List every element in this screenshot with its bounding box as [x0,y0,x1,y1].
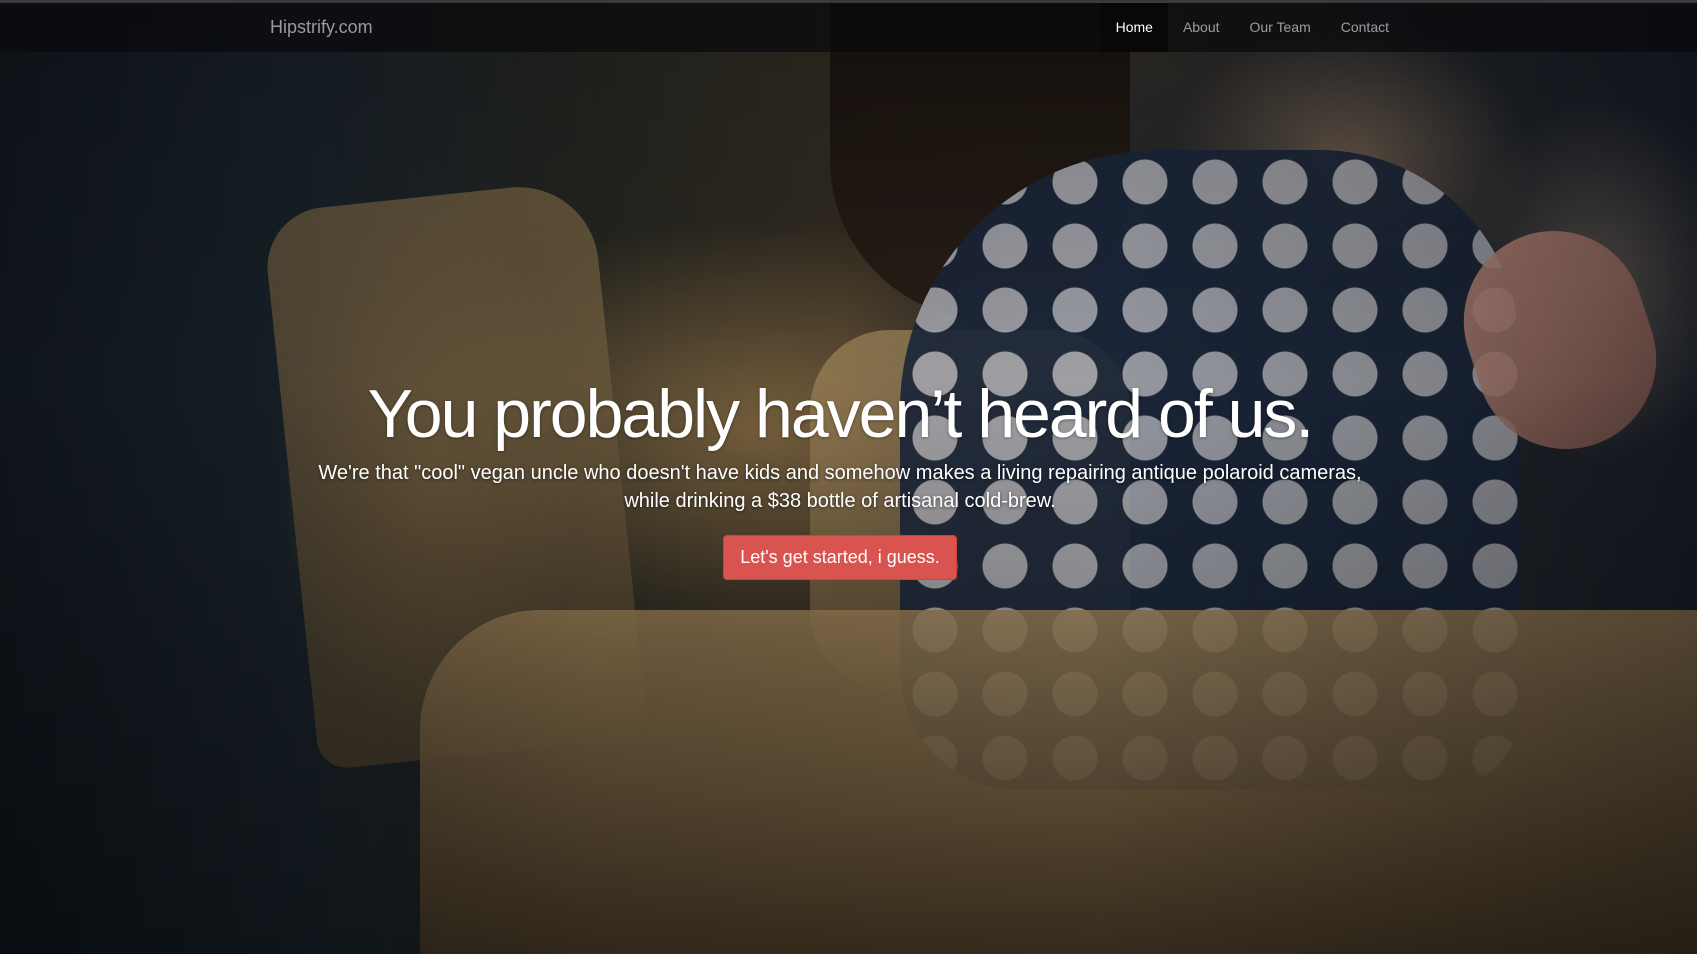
hero-section: You probably haven’t heard of us. We're … [0,375,1697,580]
brand-link[interactable]: Hipstrify.com [270,17,373,38]
hero-subtitle-line-2: while drinking a $38 bottle of artisanal… [624,490,1056,512]
hero-subtitle: We're that "cool" vegan uncle who doesn'… [280,459,1400,515]
nav-item-contact[interactable]: Contact [1326,3,1404,52]
nav-item-our-team[interactable]: Our Team [1235,3,1326,52]
nav-menu: Home About Our Team Contact [1100,3,1404,52]
hero-title: You probably haven’t heard of us. [367,376,1315,452]
nav-item-about[interactable]: About [1168,3,1235,52]
hero-subtitle-line-1: We're that "cool" vegan uncle who doesn'… [318,462,1362,484]
hero-content: You probably haven’t heard of us. We're … [0,375,1680,580]
nav-item-home[interactable]: Home [1100,3,1168,52]
navbar: Hipstrify.com Home About Our Team Contac… [0,0,1697,52]
landing-page: Hipstrify.com Home About Our Team Contac… [0,0,1697,954]
get-started-button[interactable]: Let's get started, i guess. [723,535,957,580]
